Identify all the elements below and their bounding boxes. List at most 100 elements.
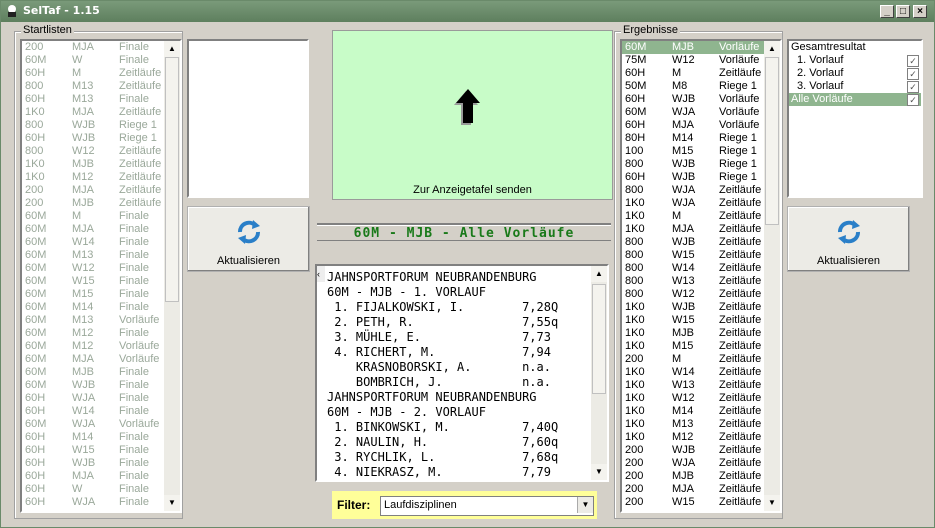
list-item[interactable]: 200 MJB Zeitläufe: [622, 470, 780, 483]
list-item[interactable]: 800 WJA Zeitläufe: [622, 184, 780, 197]
scroll-down-icon[interactable]: ▼: [164, 495, 180, 511]
ergebnisse-scrollbar[interactable]: ▲ ▼: [764, 41, 780, 511]
list-item[interactable]: 1K0 M Zeitläufe: [622, 210, 780, 223]
list-item[interactable]: 60M W Finale: [22, 54, 180, 67]
startlisten-list[interactable]: 200 MJA Finale 60M W Finale 60H M Zeitläufe 800 M1…: [20, 39, 182, 513]
list-item[interactable]: 1K0 M12 Zeitläufe: [622, 431, 780, 444]
list-item[interactable]: 60M M14 Finale: [22, 301, 180, 314]
list-item[interactable]: 800 W13 Zeitläufe: [622, 275, 780, 288]
list-item[interactable]: 1K0 M13 Zeitläufe: [622, 418, 780, 431]
heat-item[interactable]: 1. Vorlauf ✓: [789, 54, 921, 67]
list-item[interactable]: 200 WJA Zeitläufe: [622, 457, 780, 470]
list-item[interactable]: 60M M12 Vorläufe: [22, 340, 180, 353]
scroll-thumb[interactable]: [592, 284, 606, 394]
list-item[interactable]: 200 MJA Zeitläufe: [622, 483, 780, 496]
list-item[interactable]: 60M M Finale: [22, 210, 180, 223]
scroll-up-icon[interactable]: ▲: [764, 41, 780, 57]
scroll-left-icon[interactable]: ‹: [317, 266, 325, 282]
list-item[interactable]: 60H M Zeitläufe: [622, 67, 780, 80]
ergebnisse-list[interactable]: 60M MJB Vorläufe 75M W12 Vorläufe 60H M Zeitläuf…: [620, 39, 782, 513]
scroll-down-icon[interactable]: ▼: [764, 495, 780, 511]
list-item[interactable]: 800 W15 Zeitläufe: [622, 249, 780, 262]
heat-item[interactable]: 3. Vorlauf ✓: [789, 80, 921, 93]
list-item[interactable]: 200 MJB Zeitläufe: [22, 197, 180, 210]
list-item[interactable]: 60M M13 Vorläufe: [22, 314, 180, 327]
heat-item[interactable]: Gesamtresultat: [789, 41, 921, 54]
list-item[interactable]: 60M MJA Vorläufe: [22, 353, 180, 366]
list-item[interactable]: 100 M15 Riege 1: [622, 145, 780, 158]
list-item[interactable]: 800 WJB Riege 1: [622, 158, 780, 171]
list-item[interactable]: 60M W12 Finale: [22, 262, 180, 275]
list-item[interactable]: 800 W12 Zeitläufe: [622, 288, 780, 301]
heat-item[interactable]: 2. Vorlauf ✓: [789, 67, 921, 80]
list-item[interactable]: 60H MJA Vorläufe: [622, 119, 780, 132]
results-scrollbar[interactable]: ▲ ▼: [591, 266, 607, 480]
chevron-down-icon[interactable]: ▼: [577, 497, 593, 513]
list-item[interactable]: 200 MJA Finale: [22, 41, 180, 54]
list-item[interactable]: 60H M13 Finale: [22, 93, 180, 106]
list-item[interactable]: 800 W12 Zeitläufe: [22, 145, 180, 158]
list-item[interactable]: 1K0 M15 Zeitläufe: [622, 340, 780, 353]
checkbox-icon[interactable]: ✓: [907, 55, 919, 67]
list-item[interactable]: 60H WJB Vorläufe: [622, 93, 780, 106]
list-item[interactable]: 60H MJA Finale: [22, 470, 180, 483]
scroll-up-icon[interactable]: ▲: [164, 41, 180, 57]
list-item[interactable]: 800 W14 Zeitläufe: [622, 262, 780, 275]
list-item[interactable]: 60M MJB Vorläufe: [622, 41, 780, 54]
close-button[interactable]: ×: [913, 5, 927, 18]
list-item[interactable]: 60H M Zeitläufe: [22, 67, 180, 80]
list-item[interactable]: 200 WJB Zeitläufe: [622, 444, 780, 457]
scroll-thumb[interactable]: [165, 57, 179, 302]
list-item[interactable]: 800 M13 Zeitläufe: [22, 80, 180, 93]
scroll-thumb[interactable]: [765, 57, 779, 225]
list-item[interactable]: 75M W12 Vorläufe: [622, 54, 780, 67]
list-item[interactable]: 800 WJB Zeitläufe: [622, 236, 780, 249]
list-item[interactable]: 60M W14 Finale: [22, 236, 180, 249]
list-item[interactable]: 60H W14 Finale: [22, 405, 180, 418]
list-item[interactable]: 1K0 MJB Zeitläufe: [622, 327, 780, 340]
list-item[interactable]: 50M M8 Riege 1: [622, 80, 780, 93]
scroll-up-icon[interactable]: ▲: [591, 266, 607, 282]
refresh-start-button[interactable]: Aktualisieren: [187, 206, 310, 272]
list-item[interactable]: 60M WJA Vorläufe: [22, 418, 180, 431]
list-item[interactable]: 200 M Zeitläufe: [622, 353, 780, 366]
list-item[interactable]: 200 MJA Zeitläufe: [22, 184, 180, 197]
list-item[interactable]: 1K0 W13 Zeitläufe: [622, 379, 780, 392]
display-panel[interactable]: Zur Anzeigetafel senden: [332, 30, 613, 200]
minimize-button[interactable]: _: [880, 5, 894, 18]
title-bar[interactable]: SelTaf - 1.15 _ □ ×: [1, 1, 934, 22]
list-item[interactable]: 1K0 WJB Zeitläufe: [622, 301, 780, 314]
list-item[interactable]: 60H WJA Finale: [22, 392, 180, 405]
list-item[interactable]: 1K0 W15 Zeitläufe: [622, 314, 780, 327]
checkbox-icon[interactable]: ✓: [907, 68, 919, 80]
list-item[interactable]: 60H M14 Finale: [22, 431, 180, 444]
refresh-results-button[interactable]: Aktualisieren: [787, 206, 910, 272]
list-item[interactable]: 1K0 MJA Zeitläufe: [22, 106, 180, 119]
list-item[interactable]: 60H WJB Riege 1: [22, 132, 180, 145]
list-item[interactable]: 80H M14 Riege 1: [622, 132, 780, 145]
checkbox-icon[interactable]: ✓: [907, 81, 919, 93]
list-item[interactable]: 60M WJA Vorläufe: [622, 106, 780, 119]
list-item[interactable]: 1K0 WJA Zeitläufe: [622, 197, 780, 210]
list-item[interactable]: 60H WJA Finale: [22, 496, 180, 509]
list-item[interactable]: 200 W15 Zeitläufe: [622, 496, 780, 509]
list-item[interactable]: 1K0 W12 Zeitläufe: [622, 392, 780, 405]
list-item[interactable]: 60M WJB Finale: [22, 379, 180, 392]
heat-item[interactable]: Alle Vorläufe ✓: [789, 93, 921, 106]
list-item[interactable]: 60H WJB Riege 1: [622, 171, 780, 184]
list-item[interactable]: 60H W Finale: [22, 483, 180, 496]
list-item[interactable]: 1K0 W14 Zeitläufe: [622, 366, 780, 379]
list-item[interactable]: 800 WJB Riege 1: [22, 119, 180, 132]
list-item[interactable]: 60M MJA Finale: [22, 223, 180, 236]
list-item[interactable]: 1K0 MJA Zeitläufe: [622, 223, 780, 236]
list-item[interactable]: 60M MJB Finale: [22, 366, 180, 379]
maximize-button[interactable]: □: [896, 5, 910, 18]
list-item[interactable]: 1K0 M12 Zeitläufe: [22, 171, 180, 184]
list-item[interactable]: 60H W15 Finale: [22, 444, 180, 457]
startlisten-scrollbar[interactable]: ▲ ▼: [164, 41, 180, 511]
scroll-down-icon[interactable]: ▼: [591, 464, 607, 480]
list-item[interactable]: 1K0 M14 Zeitläufe: [622, 405, 780, 418]
results-text-pane[interactable]: ‹ JAHNSPORTFORUM NEUBRANDENBURG 60M - MJB…: [315, 264, 609, 482]
list-item[interactable]: 60M M13 Finale: [22, 249, 180, 262]
list-item[interactable]: 1K0 MJB Zeitläufe: [22, 158, 180, 171]
